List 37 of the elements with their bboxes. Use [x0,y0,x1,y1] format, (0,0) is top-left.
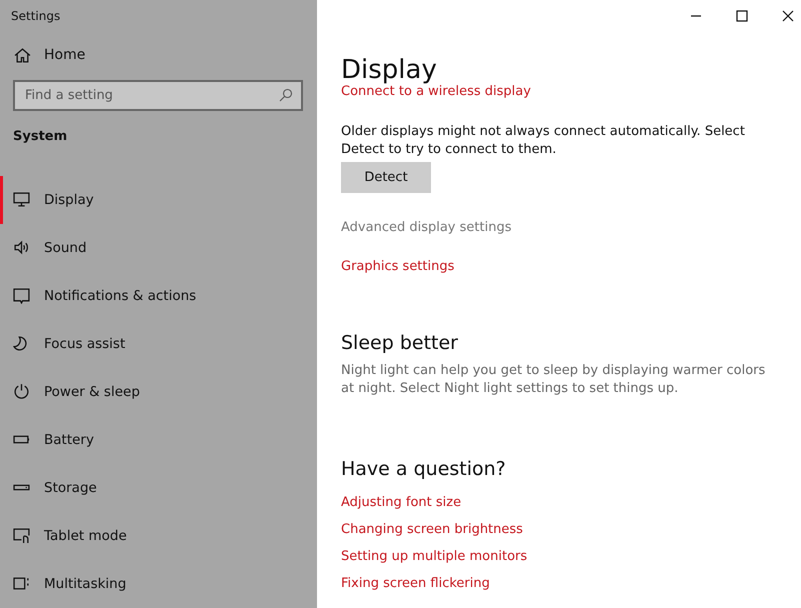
nav-item[interactable]: Tablet mode [0,512,317,560]
settings-link[interactable]: Adjusting font size [341,494,462,512]
windows-icon [13,575,30,592]
settings-link[interactable]: Graphics settings [341,258,454,276]
nav-item[interactable]: Sound [0,224,317,272]
nav-item[interactable]: Focus assist [0,320,317,368]
nav-item[interactable]: Multitasking [0,560,317,608]
search-field[interactable]: Find a setting [13,80,303,111]
home-icon [14,46,31,64]
nav-item[interactable]: Power & sleep [0,368,317,416]
settings-link[interactable]: Advanced display settings [341,219,512,237]
maximize-icon [736,10,748,22]
home-item[interactable]: Home [0,28,317,67]
speaker-icon [13,239,30,256]
page-title: Display [341,54,437,85]
nav-item[interactable]: Display [0,176,317,224]
monitor-icon [13,191,30,208]
settings-link[interactable]: Changing screen brightness [341,521,523,539]
close-icon [782,10,794,22]
settings-link[interactable]: Setting up multiple monitors [341,548,528,566]
speech-bubble-icon [13,287,30,304]
window-title: Settings [10,8,62,25]
power-icon [13,383,30,400]
section-heading: System [12,128,68,146]
section-heading: Have a question? [341,458,506,480]
nav-item[interactable]: Storage [0,464,317,512]
home-label: Home [44,47,86,64]
description-text: Older displays might not always connect automatically. Select Detect to try to connect to them. [341,123,746,159]
section-heading: Sleep better [341,332,458,354]
search-icon [279,88,293,102]
description-text: Night light can help you get to sleep by displaying warmer colors at night. Select Night light settings to set things up. [341,362,766,398]
settings-link[interactable]: Fixing screen flickering [341,575,490,593]
nav-item[interactable]: Notifications & actions [0,272,317,320]
tablet-icon [13,527,30,544]
detect-button[interactable]: Detect [341,162,431,193]
nav-item[interactable]: Battery [0,416,317,464]
settings-link[interactable]: Connect to a wireless display [341,83,531,101]
